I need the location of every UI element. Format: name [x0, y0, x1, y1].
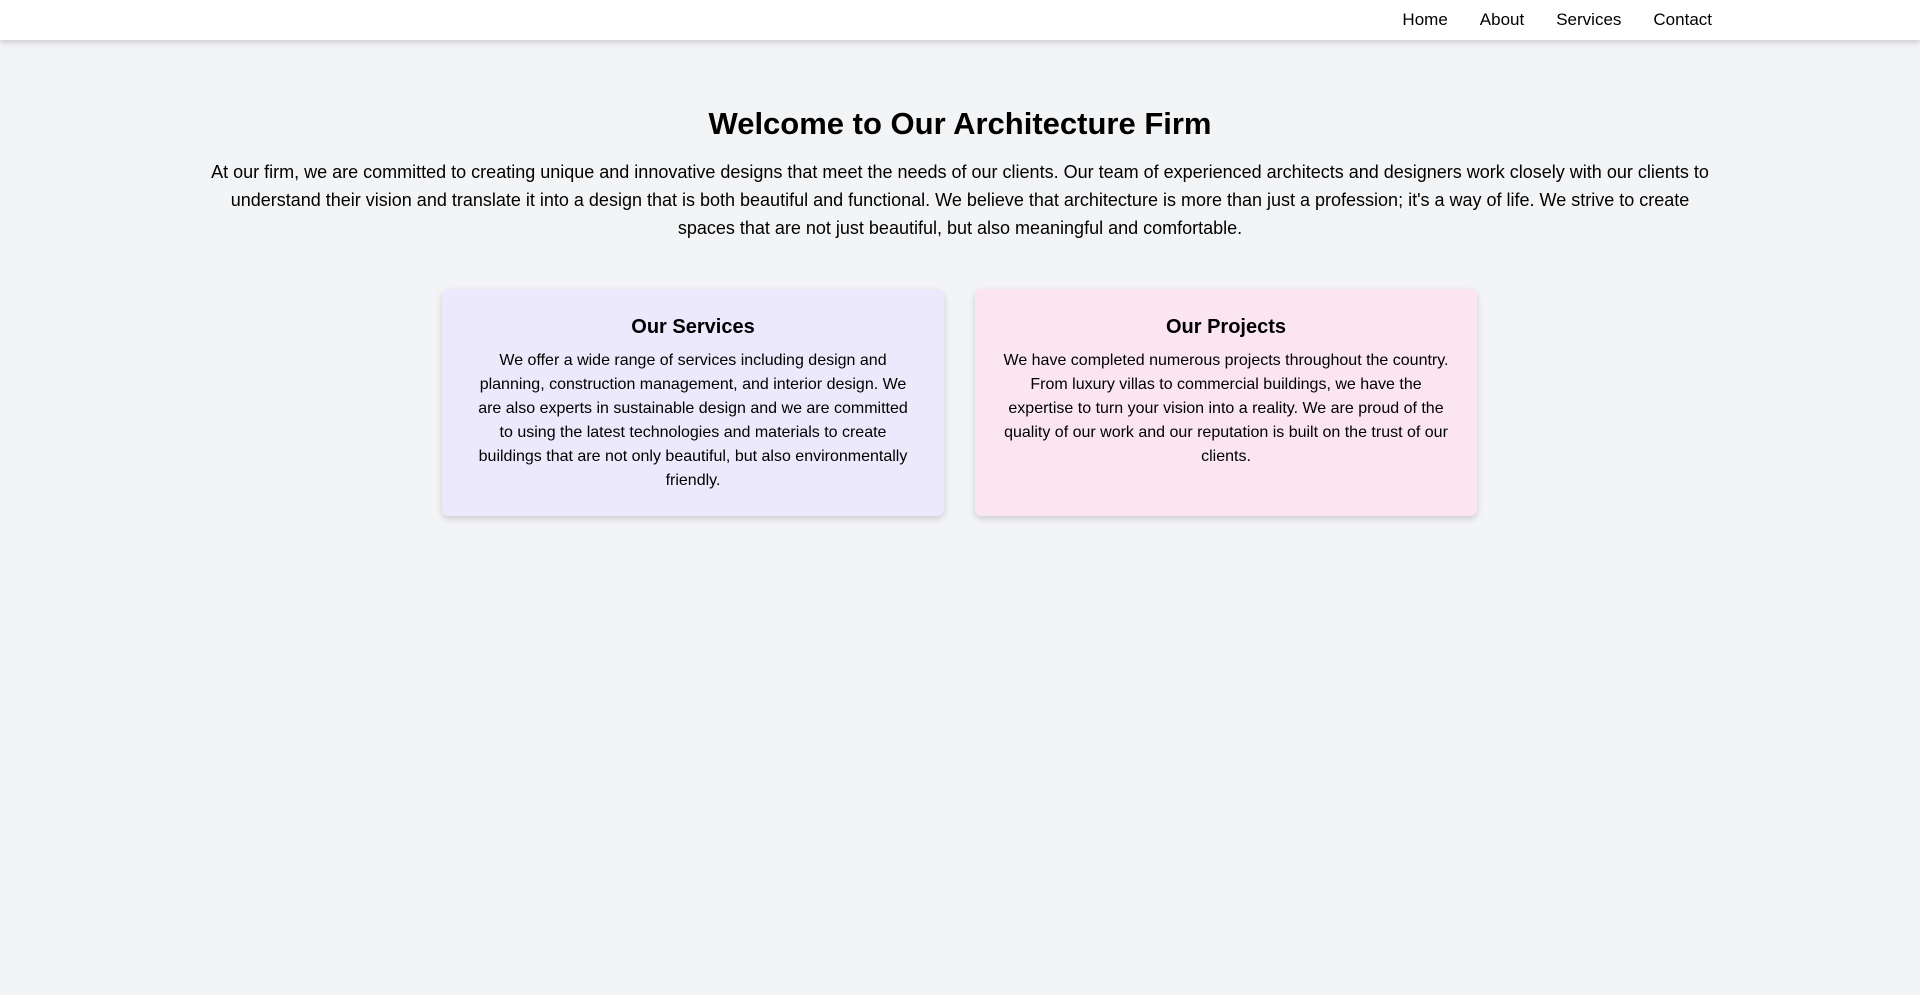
- page-title: Welcome to Our Architecture Firm: [708, 106, 1212, 141]
- services-card-text: We offer a wide range of services includ…: [478, 352, 908, 489]
- top-navbar: Home About Services Contact: [0, 0, 1920, 40]
- services-card-title: Our Services: [631, 316, 755, 338]
- projects-card-title: Our Projects: [1165, 316, 1287, 338]
- cards-section: Our Services We offer a wide range of se…: [442, 289, 1477, 516]
- projects-card: Our Projects We have completed numerous …: [975, 289, 1477, 516]
- intro-paragraph: At our firm, we are committed to creatin…: [211, 162, 1709, 238]
- hero-section: Welcome to Our Architecture Firm At our …: [200, 104, 1720, 242]
- services-card: Our Services We offer a wide range of se…: [442, 289, 944, 516]
- nav-link-home[interactable]: Home: [1402, 0, 1447, 40]
- nav-link-contact[interactable]: Contact: [1653, 0, 1712, 40]
- nav-links: Home About Services Contact: [1402, 0, 1712, 40]
- projects-card-text: We have completed numerous projects thro…: [1003, 352, 1449, 465]
- nav-link-about[interactable]: About: [1480, 0, 1524, 40]
- nav-link-services[interactable]: Services: [1556, 0, 1621, 40]
